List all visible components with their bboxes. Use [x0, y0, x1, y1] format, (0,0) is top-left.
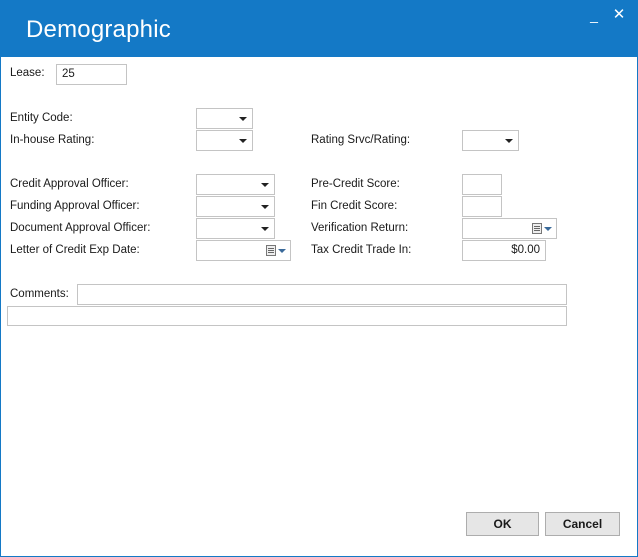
document-approval-officer-label: Document Approval Officer: — [10, 222, 151, 234]
chevron-down-icon — [261, 227, 269, 231]
fin-credit-score-input[interactable] — [462, 196, 502, 217]
funding-approval-officer-label: Funding Approval Officer: — [10, 200, 140, 212]
chevron-down-icon — [261, 183, 269, 187]
chevron-down-icon — [505, 139, 513, 143]
verification-return-label: Verification Return: — [311, 222, 409, 234]
cancel-button[interactable]: Cancel — [545, 512, 620, 536]
chevron-down-icon[interactable] — [544, 227, 552, 231]
lease-label: Lease: — [10, 67, 45, 79]
pre-credit-score-input[interactable] — [462, 174, 502, 195]
verification-return-date[interactable] — [462, 218, 557, 239]
comments-extra-area[interactable] — [7, 306, 567, 326]
calendar-icon[interactable] — [266, 245, 276, 256]
close-icon[interactable]: ✕ — [610, 6, 628, 24]
pre-credit-score-label: Pre-Credit Score: — [311, 178, 400, 190]
rating-srvc-dropdown[interactable] — [462, 130, 519, 151]
entity-code-dropdown[interactable] — [196, 108, 253, 129]
chevron-down-icon — [239, 139, 247, 143]
chevron-down-icon[interactable] — [278, 249, 286, 253]
chevron-down-icon — [261, 205, 269, 209]
comments-input[interactable] — [77, 284, 567, 305]
window-title: Demographic — [26, 16, 171, 43]
ok-button[interactable]: OK — [466, 512, 539, 536]
comments-label: Comments: — [10, 288, 69, 300]
calendar-icon[interactable] — [532, 223, 542, 234]
funding-approval-officer-dropdown[interactable] — [196, 196, 275, 217]
inhouse-rating-label: In-house Rating: — [10, 134, 95, 146]
chevron-down-icon — [239, 117, 247, 121]
fin-credit-score-label: Fin Credit Score: — [311, 200, 398, 212]
tax-credit-trade-in-label: Tax Credit Trade In: — [311, 244, 412, 256]
entity-code-label: Entity Code: — [10, 112, 73, 124]
tax-credit-trade-in-input[interactable]: $0.00 — [462, 240, 546, 261]
letter-of-credit-exp-date[interactable] — [196, 240, 291, 261]
minimize-icon[interactable]: _ — [585, 6, 603, 24]
credit-approval-officer-label: Credit Approval Officer: — [10, 178, 129, 190]
lease-input[interactable]: 25 — [56, 64, 127, 85]
window-border-left — [0, 57, 1, 557]
inhouse-rating-dropdown[interactable] — [196, 130, 253, 151]
rating-srvc-label: Rating Srvc/Rating: — [311, 134, 411, 146]
letter-of-credit-exp-date-label: Letter of Credit Exp Date: — [10, 244, 140, 256]
document-approval-officer-dropdown[interactable] — [196, 218, 275, 239]
title-bar: Demographic _ ✕ — [0, 0, 638, 57]
credit-approval-officer-dropdown[interactable] — [196, 174, 275, 195]
